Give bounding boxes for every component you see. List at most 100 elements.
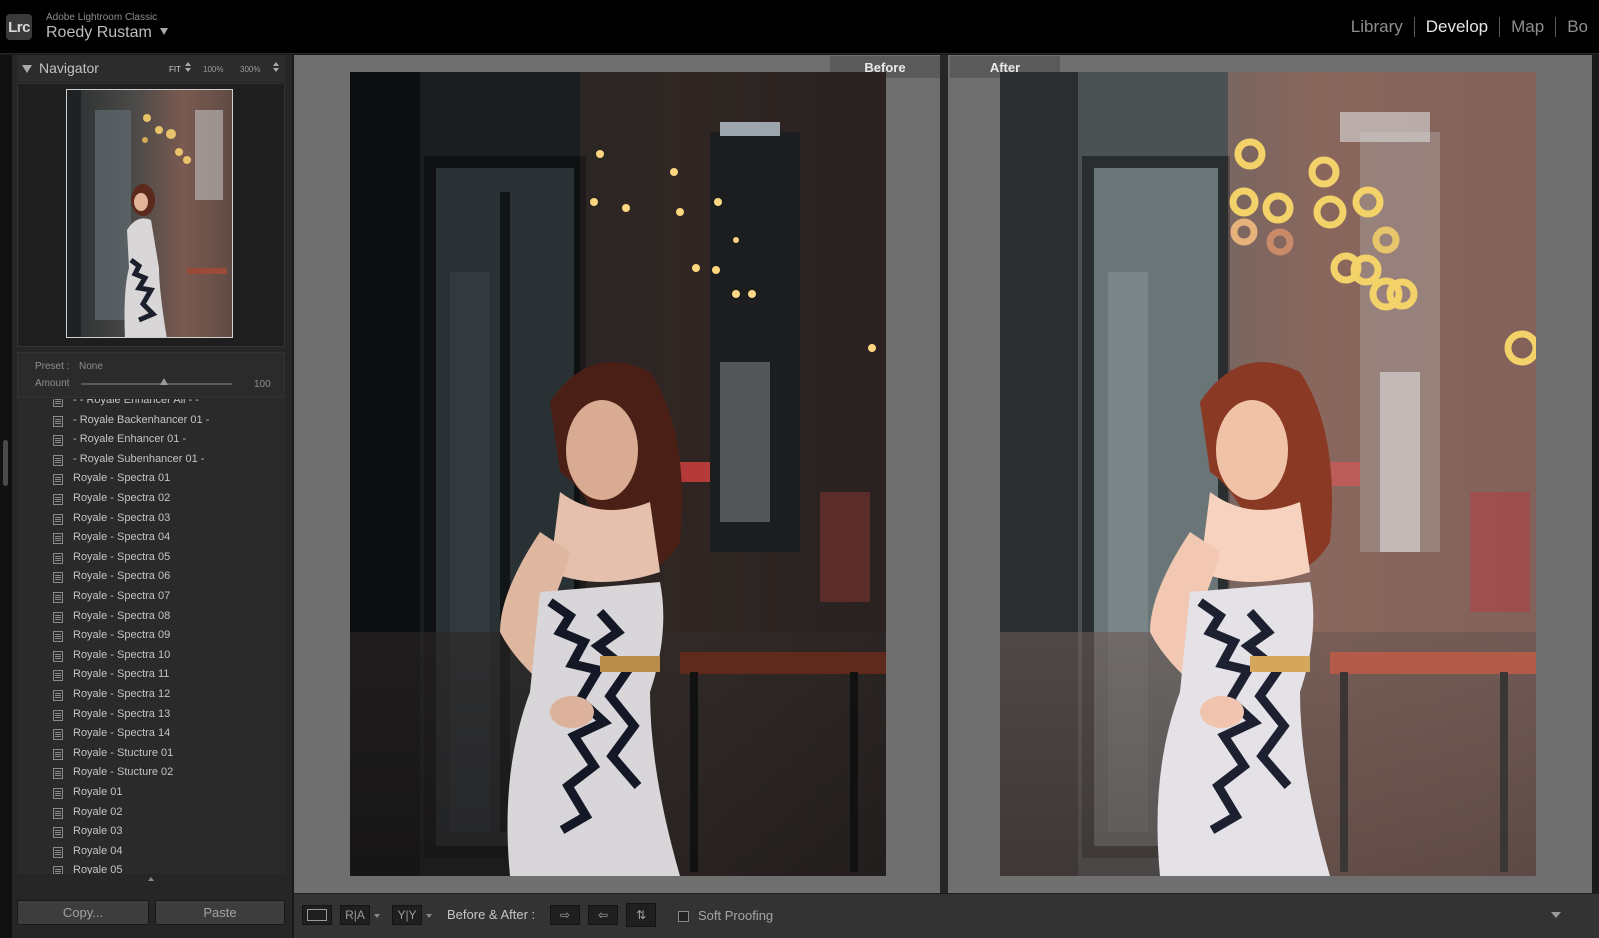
left-panel: Navigator FIT 100% 300% Preset: None Am… (0, 55, 292, 938)
preset-name: Royale - Spectra 06 (73, 570, 171, 583)
toolbar-content-menu-icon[interactable] (1551, 912, 1561, 918)
before-after-left-right-button[interactable]: R|A (340, 905, 370, 925)
before-image (350, 72, 886, 876)
soft-proofing-checkbox[interactable] (678, 911, 689, 922)
preset-document-icon (53, 788, 63, 799)
preset-item[interactable]: Royale 01 (17, 783, 285, 803)
preset-item[interactable]: Royale - Spectra 09 (17, 626, 285, 646)
preset-document-icon (53, 494, 63, 505)
preset-item[interactable]: Royale - Spectra 07 (17, 587, 285, 607)
preset-item[interactable]: - Royale Enhancer 01 - (17, 430, 285, 450)
preset-item[interactable]: - Royale Subenhancer 01 - (17, 450, 285, 470)
preset-name: Royale 02 (73, 805, 123, 818)
loupe-view-button[interactable] (302, 905, 332, 925)
preset-item[interactable]: Royale 04 (17, 842, 285, 862)
preset-name: Royale - Spectra 13 (73, 707, 171, 720)
before-after-divider (940, 55, 948, 893)
list-resize-icon[interactable] (148, 877, 154, 881)
preset-item[interactable]: Royale - Spectra 05 (17, 548, 285, 568)
preset-document-icon (53, 533, 63, 545)
preset-item[interactable]: Royale 03 (17, 822, 285, 842)
split-mode-dropdown-icon[interactable] (426, 914, 432, 918)
preset-name: Royale - Stucture 01 (73, 746, 174, 759)
preset-document-icon (53, 513, 63, 525)
preset-name: - Royale Backenhancer 01 - (73, 413, 210, 426)
amount-label: Amount (35, 378, 70, 389)
after-photo[interactable] (1000, 72, 1536, 876)
preset-item[interactable]: Royale - Spectra 10 (17, 646, 285, 666)
amount-slider-handle[interactable] (160, 378, 169, 385)
copy-before-to-after-button[interactable]: ⇨ (550, 905, 580, 925)
preset-item[interactable]: Royale - Spectra 01 (17, 469, 285, 489)
preset-item[interactable]: - - Royale Enhancer All - - (17, 399, 285, 411)
identity-dropdown-icon[interactable] (160, 28, 168, 35)
preset-name: Royale - Spectra 12 (73, 688, 171, 700)
preset-item[interactable]: Royale - Spectra 12 (17, 685, 285, 705)
preset-item[interactable]: Royale 02 (17, 803, 285, 823)
amount-slider-track[interactable] (81, 383, 232, 385)
preset-document-icon (53, 670, 63, 682)
preset-value[interactable]: None (79, 361, 103, 372)
preset-item[interactable]: Royale - Spectra 08 (17, 607, 285, 627)
before-after-split-button[interactable]: Y|Y (392, 905, 422, 925)
preset-document-icon (53, 709, 63, 721)
preset-name: Royale - Stucture 02 (73, 766, 174, 779)
left-panel-edge[interactable] (0, 55, 12, 938)
zoom-100-option[interactable]: 100% (203, 65, 223, 74)
navigator-preview[interactable] (17, 83, 285, 347)
collapse-triangle-icon[interactable] (22, 65, 32, 73)
preset-name: - Royale Enhancer 01 - (73, 433, 187, 446)
module-develop[interactable]: Develop (1413, 17, 1499, 37)
preset-item[interactable]: Royale - Stucture 01 (17, 744, 285, 764)
preset-item[interactable]: Royale - Spectra 04 (17, 528, 285, 548)
soft-proofing-label[interactable]: Soft Proofing (698, 908, 773, 923)
module-book[interactable]: Bo (1555, 17, 1599, 37)
zoom-fit-option[interactable]: FIT (169, 65, 181, 74)
identity-plate-user[interactable]: Roedy Rustam (46, 24, 152, 42)
preset-name: Royale - Spectra 11 (73, 668, 170, 681)
before-photo[interactable] (350, 72, 886, 876)
image-view[interactable]: Before After (294, 55, 1599, 893)
preset-document-icon (53, 846, 63, 858)
preset-name: Royale - Spectra 04 (73, 531, 171, 544)
copy-settings-button[interactable]: Copy... (17, 900, 149, 925)
preset-name: - - Royale Enhancer All - - (73, 399, 199, 406)
preset-document-icon (53, 748, 63, 760)
preset-document-icon (53, 650, 63, 662)
preset-document-icon (53, 807, 63, 819)
module-library[interactable]: Library (1340, 17, 1414, 37)
preset-item[interactable]: Royale - Spectra 14 (17, 724, 285, 744)
preset-item[interactable]: Royale - Stucture 02 (17, 763, 285, 783)
preset-item[interactable]: Royale - Spectra 13 (17, 705, 285, 725)
preset-item[interactable]: Royale - Spectra 11 (17, 665, 285, 685)
swap-before-after-button[interactable]: ⇅ (626, 903, 656, 927)
preset-document-icon (53, 866, 63, 874)
preset-name: Royale - Spectra 02 (73, 492, 171, 504)
view-mode-dropdown-icon[interactable] (374, 914, 380, 918)
preset-document-icon (53, 474, 63, 486)
preset-document-icon (53, 415, 63, 427)
preset-item[interactable]: - Royale Backenhancer 01 - (17, 411, 285, 431)
preset-item[interactable]: Royale - Spectra 06 (17, 567, 285, 587)
navigator-header[interactable]: Navigator FIT 100% 300% (17, 55, 285, 82)
navigator-thumbnail[interactable] (66, 89, 233, 338)
swap-arrows-icon: ⇅ (635, 908, 647, 922)
preset-item[interactable]: Royale - Spectra 03 (17, 509, 285, 529)
zoom-300-option[interactable]: 300% (240, 65, 260, 74)
preset-list[interactable]: - - Royale Enhancer All - - - Royale Back… (17, 399, 285, 874)
right-panel-edge[interactable] (1592, 55, 1599, 893)
panel-collapse-handle[interactable] (3, 440, 8, 486)
navigator-title: Navigator (39, 60, 99, 76)
preset-item[interactable]: Royale - Spectra 02 (17, 489, 285, 509)
preset-item[interactable]: Royale 05 (17, 861, 285, 874)
copy-after-to-before-button[interactable]: ⇦ (588, 905, 618, 925)
preset-name: Royale 05 (73, 864, 123, 874)
paste-settings-button[interactable]: Paste (155, 900, 285, 925)
zoom-fit-stepper-icon[interactable] (185, 62, 191, 74)
app-name: Adobe Lightroom Classic (46, 12, 158, 23)
preset-amount-panel: Preset : None Amount 100 (17, 352, 285, 398)
zoom-custom-stepper-icon[interactable] (273, 62, 279, 74)
amount-value[interactable]: 100 (254, 379, 271, 390)
preset-name: Royale - Spectra 01 (73, 472, 171, 485)
module-map[interactable]: Map (1499, 17, 1555, 37)
